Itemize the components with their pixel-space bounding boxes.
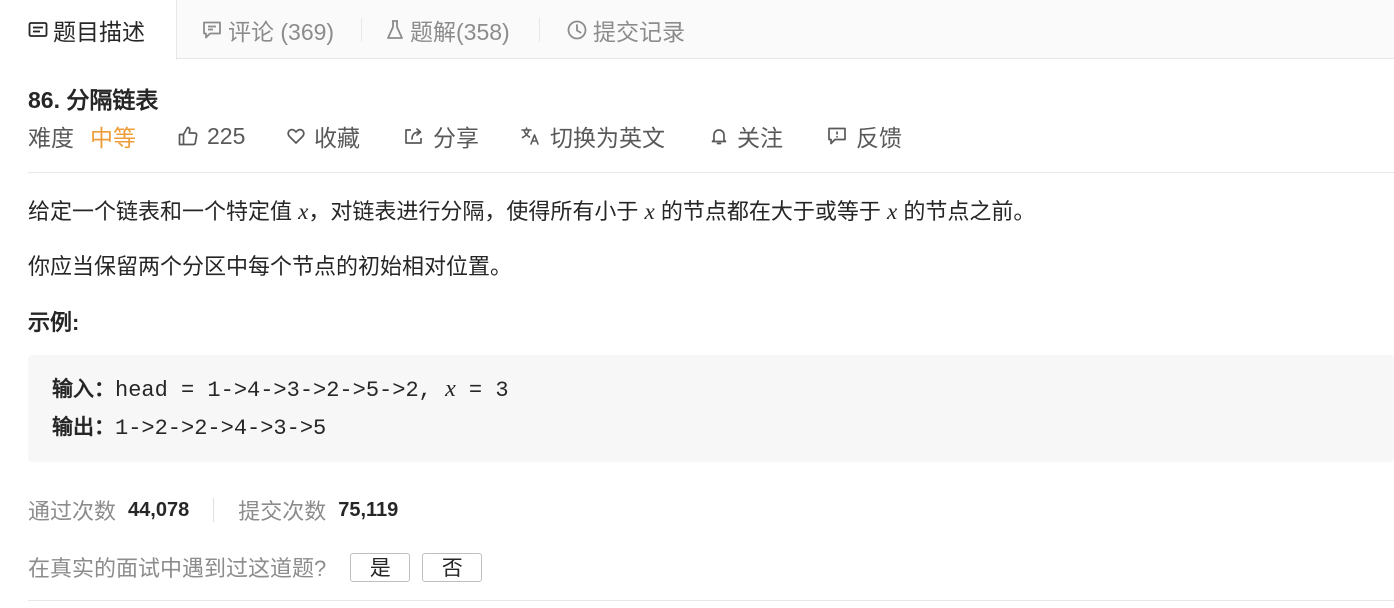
tab-comments-label: 评论 (369) [228, 18, 335, 45]
tab-solutions[interactable]: 题解(358) [385, 0, 510, 59]
tab-description-label: 题目描述 [53, 19, 145, 45]
description-text: 的节点都在大于或等于 [660, 199, 881, 224]
no-button[interactable]: 否 [422, 552, 483, 582]
follow-button[interactable]: 关注 [709, 121, 783, 151]
description-text: ，对链表进行分隔，使得所有小于 [308, 199, 639, 224]
submitted-count: 75,119 [338, 498, 399, 521]
tab-description[interactable]: 题目描述 [0, 0, 177, 60]
favorite-label: 收藏 [314, 125, 360, 151]
input-label: 输入： [52, 377, 115, 401]
example-heading: 示例: [28, 310, 80, 335]
tab-solutions-label: 题解(358) [410, 18, 510, 45]
like-count: 225 [207, 122, 246, 149]
submission-stats: 通过次数 44,078 提交次数 75,119 [28, 495, 398, 525]
difficulty-value: 中等 [90, 125, 136, 151]
share-label: 分享 [433, 125, 479, 151]
accepted-label: 通过次数 [28, 499, 117, 524]
switch-language-button[interactable]: 切换为英文 [520, 121, 665, 151]
input-tail: = 3 [455, 378, 509, 403]
footer-divider [28, 600, 1394, 601]
share-button[interactable]: 分享 [403, 121, 479, 151]
tab-submissions-label: 提交记录 [593, 18, 685, 45]
variable-x: x [886, 199, 898, 224]
description-text: 的节点之前。 [903, 199, 1036, 224]
favorite-button[interactable]: 收藏 [286, 121, 360, 151]
difficulty-label: 难度 [28, 125, 74, 151]
share-icon [405, 128, 422, 144]
input-x: x [445, 376, 456, 402]
tab-submissions[interactable]: 提交记录 [566, 0, 685, 59]
follow-label: 关注 [737, 125, 783, 151]
difficulty: 难度 中等 [28, 121, 136, 151]
description-text: 给定一个链表和一个特定值 [28, 199, 293, 224]
translate-icon [521, 127, 539, 145]
output-label: 输出： [52, 415, 115, 439]
flask-icon [387, 19, 403, 39]
output-value: 1->2->2->4->3->5 [115, 416, 327, 441]
stats-divider [213, 498, 215, 522]
like-button[interactable]: 225 [177, 121, 245, 151]
thumbs-up-icon [178, 126, 198, 146]
header-divider [28, 172, 1394, 173]
example-codeblock: 输入：head = 1->4->3->2->5->2, x = 3 输出：1->… [28, 355, 1394, 462]
feedback-button[interactable]: 反馈 [826, 121, 902, 151]
heart-icon [287, 128, 305, 144]
variable-x: x [298, 199, 309, 224]
comment-icon [203, 21, 221, 38]
interview-question-text: 在真实的面试中遇到过这道题? [28, 556, 327, 581]
interview-question: 在真实的面试中遇到过这道题? 是 否 [28, 552, 494, 582]
problem-title: 86. 分隔链表 [28, 87, 159, 113]
tab-comments[interactable]: 评论 (369) [201, 0, 334, 59]
feedback-label: 反馈 [856, 125, 902, 151]
submitted-label: 提交次数 [238, 499, 327, 524]
clock-icon [567, 20, 587, 39]
feedback-icon [828, 127, 846, 145]
tab-divider [539, 18, 540, 42]
yes-button[interactable]: 是 [350, 552, 411, 582]
description-paragraph-1: 给定一个链表和一个特定值 x，对链表进行分隔，使得所有小于 x 的节点都在大于或… [28, 194, 1035, 226]
input-value: head = 1->4->3->2->5->2, [115, 378, 446, 403]
bell-icon [711, 129, 727, 145]
variable-x: x [644, 199, 655, 224]
accepted-count: 44,078 [128, 498, 190, 521]
example-input-line: 输入：head = 1->4->3->2->5->2, x = 3 [52, 373, 509, 403]
example-output-line: 输出：1->2->2->4->3->5 [52, 411, 326, 441]
switch-language-label: 切换为英文 [550, 125, 665, 151]
description-icon [28, 22, 48, 37]
tab-divider [361, 18, 362, 42]
description-paragraph-2: 你应当保留两个分区中每个节点的初始相对位置。 [28, 254, 513, 279]
tab-bar: 题目描述 评论 (369) 题解(358) 提交记录 [0, 0, 1394, 60]
